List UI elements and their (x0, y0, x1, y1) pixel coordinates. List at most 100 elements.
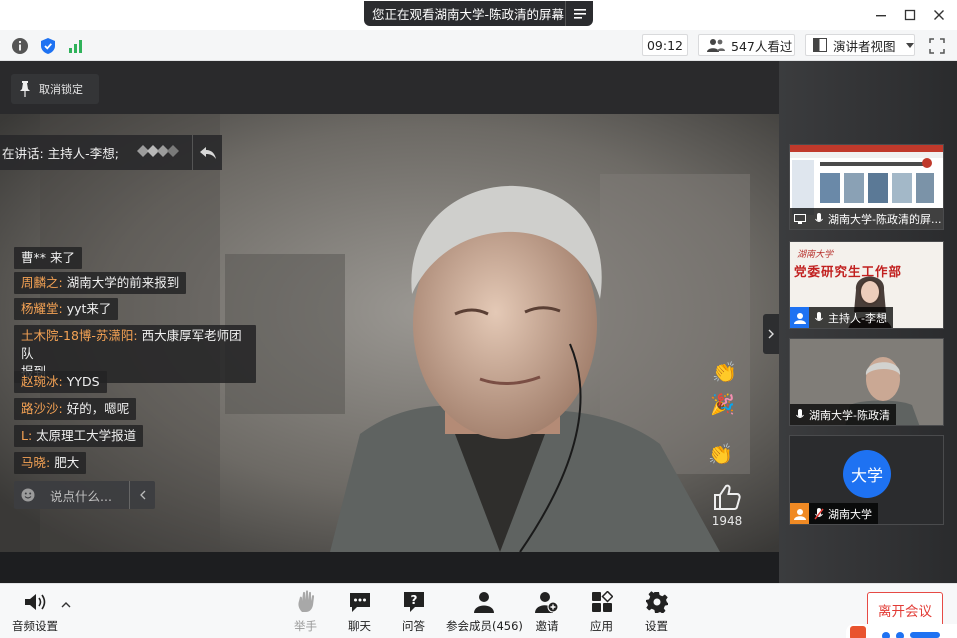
screen-share-icon (790, 208, 809, 229)
apps-label: 应用 (590, 619, 613, 633)
emoji-icon[interactable] (14, 488, 42, 502)
minimize-icon[interactable] (872, 6, 890, 24)
viewer-count-button[interactable]: 547人看过 (698, 34, 795, 56)
collapse-back-icon[interactable] (192, 135, 222, 170)
speaker-view-icon (813, 38, 827, 52)
audio-settings-label: 音频设置 (12, 619, 58, 633)
maximize-icon[interactable] (901, 6, 919, 24)
chat-label: 聊天 (348, 619, 371, 633)
unpin-button[interactable]: 取消锁定 (11, 74, 99, 104)
gear-icon (645, 590, 668, 614)
meeting-info-bar: 09:12 547人看过 演讲者视图 (0, 30, 957, 61)
chat-message: 路沙沙: 好的，嗯呢 (14, 398, 137, 420)
qa-button[interactable]: ? 问答 (402, 590, 425, 634)
chat-sender: 土木院-18博-苏潇阳: (21, 328, 138, 343)
participant-gallery: 湖南大学-陈政清的屏... 湖南大学 党委研究生工作部 主持人-李想 湖南大学-… (779, 61, 957, 583)
like-button[interactable]: 1948 (707, 483, 747, 528)
raise-hand-label: 举手 (294, 619, 317, 633)
participants-button[interactable]: 参会成员(456) (446, 590, 523, 634)
chevron-up-icon[interactable] (61, 597, 73, 608)
invite-button[interactable]: 邀请 (535, 590, 559, 634)
speaker-icon (23, 590, 47, 614)
tile-name: 主持人-李想 (828, 311, 887, 325)
chat-bubble-icon (349, 590, 371, 614)
floating-reactions: 👏 🎉 👏 (706, 359, 746, 472)
qa-label: 问答 (402, 619, 425, 633)
party-reaction-icon: 🎉 (710, 392, 735, 416)
add-user-icon (535, 590, 559, 614)
question-icon: ? (403, 590, 425, 614)
chat-sender: 路沙沙: (21, 401, 63, 416)
chat-message: L: 太原理工大学报道 (14, 425, 144, 447)
view-mode-text: 演讲者视图 (833, 38, 896, 54)
like-count: 1948 (711, 514, 743, 528)
chat-text: 太原理工大学报道 (32, 428, 137, 443)
apps-grid-icon (591, 590, 613, 614)
avatar: 大学 (843, 450, 891, 498)
chevron-right-icon (768, 329, 774, 339)
settings-button[interactable]: 设置 (645, 590, 668, 634)
chat-input-placeholder: 说点什么... (50, 488, 112, 504)
unpin-label: 取消锁定 (39, 83, 83, 96)
participants-label: 参会成员(456) (446, 619, 523, 633)
active-speaker-label: 在讲话: 主持人-李想; (2, 146, 119, 161)
raise-hand-button[interactable]: 举手 (294, 590, 317, 634)
elapsed-time-text: 09:12 (646, 37, 684, 53)
close-icon[interactable] (930, 6, 948, 24)
active-speaker-indicator: 在讲话: 主持人-李想; (0, 135, 222, 170)
chat-text: 肥大 (50, 455, 80, 470)
tile-label: 湖南大学-陈政清 (790, 404, 896, 425)
clap-reaction-icon: 👏 (708, 442, 733, 466)
hand-icon (296, 590, 316, 614)
chevron-left-icon[interactable] (129, 481, 155, 509)
elapsed-time: 09:12 (642, 34, 688, 56)
fullscreen-icon[interactable] (927, 36, 947, 56)
bottom-toolbar: 音频设置 举手 聊天 ? 问答 参会成员(456) 邀请 应用 设置 离开会议 (0, 583, 957, 638)
chat-message: 曹** 来了 (14, 247, 82, 269)
security-shield-icon[interactable] (38, 36, 58, 56)
microphone-icon (790, 404, 809, 425)
participant-tile-screen[interactable]: 湖南大学-陈政清的屏... (789, 144, 944, 230)
leave-meeting-button[interactable]: 离开会议 (867, 592, 943, 628)
chat-sender: 赵琬冰: (21, 374, 63, 389)
stage-bottom-band (0, 552, 779, 583)
gallery-toggle-tab[interactable] (763, 314, 779, 354)
tile-label: 主持人-李想 (790, 307, 893, 328)
apps-button[interactable]: 应用 (590, 590, 613, 634)
screen-share-banner-text: 您正在观看湖南大学-陈政清的屏幕 (372, 7, 565, 22)
screen-share-banner[interactable]: 您正在观看湖南大学-陈政清的屏幕 (364, 1, 593, 26)
tile-name: 湖南大学 (828, 507, 872, 521)
title-bar: 您正在观看湖南大学-陈政清的屏幕 (0, 0, 957, 30)
audio-settings-button[interactable]: 音频设置 (12, 590, 58, 634)
signal-strength-icon[interactable] (66, 36, 86, 56)
chat-sender: 杨耀堂: (21, 301, 63, 316)
svg-text:?: ? (410, 593, 417, 607)
chat-sender: 周麟之: (21, 275, 63, 290)
chat-message: 杨耀堂: yyt来了 (14, 298, 119, 320)
voice-wave-icon (136, 143, 181, 162)
chat-sender: L: (21, 428, 33, 443)
chat-button[interactable]: 聊天 (348, 590, 371, 634)
guest-role-icon (790, 503, 809, 524)
info-icon[interactable] (10, 36, 30, 56)
participant-tile-avatar[interactable]: 大学 湖南大学 (789, 435, 944, 525)
pin-icon (11, 81, 39, 97)
chat-text: YYDS (62, 374, 100, 389)
view-mode-select[interactable]: 演讲者视图 (805, 34, 915, 56)
microphone-icon (809, 208, 828, 229)
main-video-stage: 取消锁定 在讲话: 主持人-李想; 曹** 来了 周麟之: 湖南大学的前来报到 … (0, 61, 779, 583)
chat-input[interactable]: 说点什么... (14, 481, 155, 509)
viewer-count-text: 547人看过 (731, 38, 793, 54)
participants-icon (472, 590, 496, 614)
tile-name: 湖南大学-陈政清的屏... (828, 212, 942, 226)
chat-text: 湖南大学的前来报到 (62, 275, 180, 290)
participant-tile-host[interactable]: 湖南大学 党委研究生工作部 主持人-李想 (789, 241, 944, 329)
tile-label: 湖南大学-陈政清的屏... (790, 208, 943, 229)
participant-tile-speaker[interactable]: 湖南大学-陈政清 (789, 338, 944, 426)
invite-label: 邀请 (535, 619, 559, 633)
banner-menu-icon[interactable] (565, 1, 593, 26)
microphone-icon (809, 307, 828, 328)
thumbs-up-icon (714, 484, 741, 510)
clap-reaction-icon: 👏 (712, 360, 737, 384)
microphone-muted-icon (809, 503, 828, 524)
